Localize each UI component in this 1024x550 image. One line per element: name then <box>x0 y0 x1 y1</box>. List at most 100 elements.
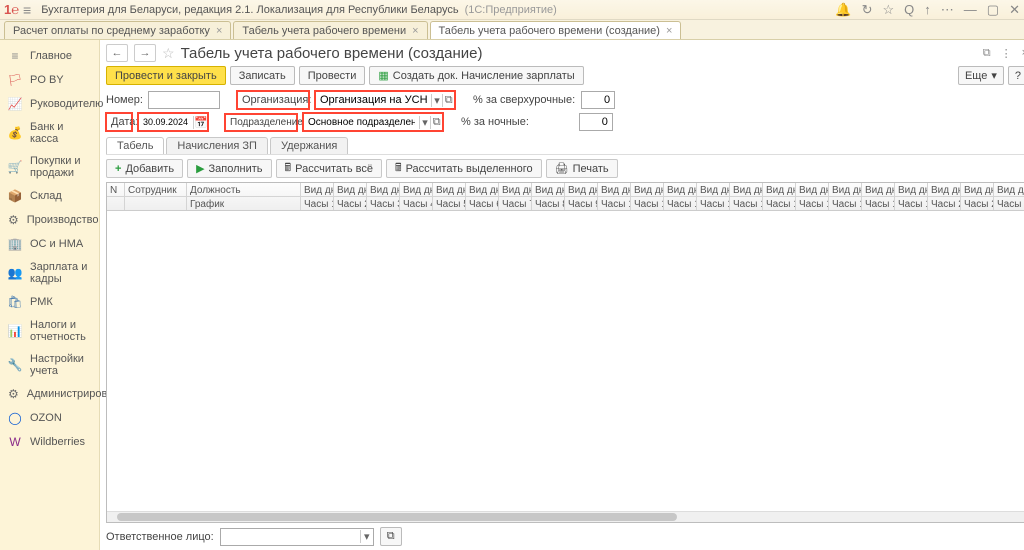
grid-column-header[interactable]: Вид дня 11Часы 11 <box>631 183 664 210</box>
grid-column-header[interactable]: Вид дня 19Часы 19 <box>895 183 928 210</box>
grid-column-header[interactable]: Вид дня 22Часы 22 <box>994 183 1024 210</box>
grid-column-header[interactable]: Сотрудник <box>125 183 187 210</box>
sidebar-item-4[interactable]: 🛒Покупки и продажи <box>0 150 99 184</box>
sidebar-item-6[interactable]: ⚙Производство <box>0 208 99 232</box>
sidebar-item-3[interactable]: 💰Банк и касса <box>0 116 99 150</box>
subtab-accruals[interactable]: Начисления ЗП <box>166 137 268 154</box>
grid-column-header[interactable]: Вид дня 9Часы 9 <box>565 183 598 210</box>
more-actions-button[interactable]: Еще ▾ <box>958 66 1004 85</box>
window-title: Бухгалтерия для Беларуси, редакция 2.1. … <box>41 4 835 16</box>
sidebar-item-9[interactable]: 🛍РМК <box>0 290 99 314</box>
grid-column-header[interactable]: Вид дня 16Часы 16 <box>796 183 829 210</box>
overtime-field[interactable] <box>581 91 615 109</box>
grid-column-header[interactable]: Вид дня 13Часы 13 <box>697 183 730 210</box>
post-and-close-button[interactable]: Провести и закрыть <box>106 66 226 85</box>
history-icon[interactable]: ↻ <box>862 2 873 18</box>
more-icon[interactable]: ⋮ <box>1001 47 1012 60</box>
add-row-button[interactable]: +Добавить <box>106 159 183 178</box>
favorite-toggle-icon[interactable]: ☆ <box>162 45 175 62</box>
sidebar-item-10[interactable]: 📊Налоги и отчетность <box>0 314 99 348</box>
write-button[interactable]: Записать <box>230 66 295 85</box>
night-field[interactable] <box>579 113 613 131</box>
open-icon[interactable]: ⧉ <box>442 94 454 107</box>
sidebar-item-12[interactable]: ⚙Администрирование <box>0 382 99 406</box>
subdiv-field[interactable]: ▾⧉ <box>303 113 443 131</box>
dropdown-icon[interactable]: ▾ <box>431 94 443 107</box>
grid-column-header[interactable]: Вид дня 6Часы 6 <box>466 183 499 210</box>
date-field[interactable]: 📅 <box>138 113 208 131</box>
grid-column-header[interactable]: Вид дня 20Часы 20 <box>928 183 961 210</box>
tab-timesheet[interactable]: Табель учета рабочего времени× <box>233 21 427 39</box>
sidebar-item-label: Налоги и отчетность <box>30 319 91 343</box>
sidebar-item-13[interactable]: ◯OZON <box>0 406 99 430</box>
grid-column-header[interactable]: Вид дня 21Часы 21 <box>961 183 994 210</box>
create-payroll-button[interactable]: ▦Создать док. Начисление зарплаты <box>369 66 583 85</box>
grid-column-header[interactable]: Вид дня 5Часы 5 <box>433 183 466 210</box>
grid-column-header[interactable]: Вид дня 3Часы 3 <box>367 183 400 210</box>
navigation-sidebar: ≡Главное🏳PO BY📈Руководителю💰Банк и касса… <box>0 40 100 550</box>
link-icon[interactable]: ⧉ <box>983 47 991 60</box>
nav-icon: 👥 <box>8 266 22 280</box>
grid-column-header[interactable]: Вид дня 4Часы 4 <box>400 183 433 210</box>
nav-forward-button[interactable]: → <box>134 44 156 62</box>
post-button[interactable]: Провести <box>299 66 366 85</box>
grid-column-header[interactable]: Вид дня 7Часы 7 <box>499 183 532 210</box>
nav-back-button[interactable]: ← <box>106 44 128 62</box>
close-icon[interactable]: ✕ <box>1009 2 1020 18</box>
responsible-open-button[interactable]: ⧉ <box>380 527 402 546</box>
main-menu-icon[interactable]: ≡ <box>23 2 31 18</box>
settings-icon[interactable]: ⋯ <box>941 2 954 18</box>
fill-button[interactable]: ▶Заполнить <box>187 159 271 178</box>
grid-column-header[interactable]: N <box>107 183 125 210</box>
responsible-field[interactable]: ▾ <box>220 528 374 546</box>
sidebar-item-2[interactable]: 📈Руководителю <box>0 92 99 116</box>
grid-column-header[interactable]: Вид дня 10Часы 10 <box>598 183 631 210</box>
grid-column-header[interactable]: Вид дня 15Часы 15 <box>763 183 796 210</box>
grid-column-header[interactable]: Вид дня 18Часы 18 <box>862 183 895 210</box>
dropdown-icon[interactable]: ▾ <box>419 116 431 129</box>
maximize-icon[interactable]: ▢ <box>987 2 999 18</box>
recalc-selected-button[interactable]: 🖩Рассчитать выделенного <box>386 159 542 178</box>
close-icon[interactable]: × <box>666 25 672 37</box>
nav-icon: 💰 <box>8 126 22 140</box>
help-button[interactable]: ? <box>1008 66 1024 85</box>
grid-column-header[interactable]: ДолжностьГрафик <box>187 183 301 210</box>
sidebar-item-label: ОС и НМА <box>30 238 83 250</box>
notifications-icon[interactable]: 🔔 <box>835 2 851 18</box>
horizontal-scrollbar[interactable] <box>107 511 1024 522</box>
tab-timesheet-create[interactable]: Табель учета рабочего времени (создание)… <box>430 21 682 39</box>
number-field[interactable] <box>148 91 220 109</box>
grid-column-header[interactable]: Вид дня 2Часы 2 <box>334 183 367 210</box>
grid-column-header[interactable]: Вид дня 12Часы 12 <box>664 183 697 210</box>
minimize-icon[interactable]: — <box>964 2 977 18</box>
timesheet-grid[interactable]: NСотрудникДолжностьГрафикВид дня 1Часы 1… <box>106 182 1024 523</box>
grid-column-header[interactable]: Вид дня 8Часы 8 <box>532 183 565 210</box>
close-icon[interactable]: × <box>216 25 222 37</box>
dropdown-icon[interactable]: ▾ <box>360 530 373 543</box>
sidebar-item-label: Главное <box>30 50 72 62</box>
close-icon[interactable]: × <box>412 25 418 37</box>
org-field[interactable]: ▾⧉ <box>315 91 455 109</box>
sidebar-item-5[interactable]: 📦Склад <box>0 184 99 208</box>
grid-column-header[interactable]: Вид дня 17Часы 17 <box>829 183 862 210</box>
print-button[interactable]: 🖨Печать <box>546 159 618 178</box>
subtab-deductions[interactable]: Удержания <box>270 137 348 154</box>
grid-column-header[interactable]: Вид дня 1Часы 1 <box>301 183 334 210</box>
calendar-icon[interactable]: 📅 <box>193 116 207 129</box>
sidebar-item-8[interactable]: 👥Зарплата и кадры <box>0 256 99 290</box>
sidebar-item-label: OZON <box>30 412 62 424</box>
panel-icon[interactable]: ↑ <box>924 2 931 18</box>
sidebar-item-7[interactable]: 🏢ОС и НМА <box>0 232 99 256</box>
grid-column-header[interactable]: Вид дня 14Часы 14 <box>730 183 763 210</box>
tab-calc-average[interactable]: Расчет оплаты по среднему заработку× <box>4 21 231 39</box>
subtab-timesheet[interactable]: Табель <box>106 137 164 154</box>
favorites-icon[interactable]: ☆ <box>883 2 895 18</box>
nav-icon: ⚙ <box>8 387 19 401</box>
open-icon[interactable]: ⧉ <box>430 116 442 129</box>
recalc-all-button[interactable]: 🖩Рассчитать всё <box>276 159 382 178</box>
sidebar-item-0[interactable]: ≡Главное <box>0 44 99 68</box>
sidebar-item-1[interactable]: 🏳PO BY <box>0 68 99 92</box>
search-icon[interactable]: Q <box>904 2 914 18</box>
sidebar-item-11[interactable]: 🔧Настройки учета <box>0 348 99 382</box>
sidebar-item-14[interactable]: WWildberries <box>0 430 99 454</box>
